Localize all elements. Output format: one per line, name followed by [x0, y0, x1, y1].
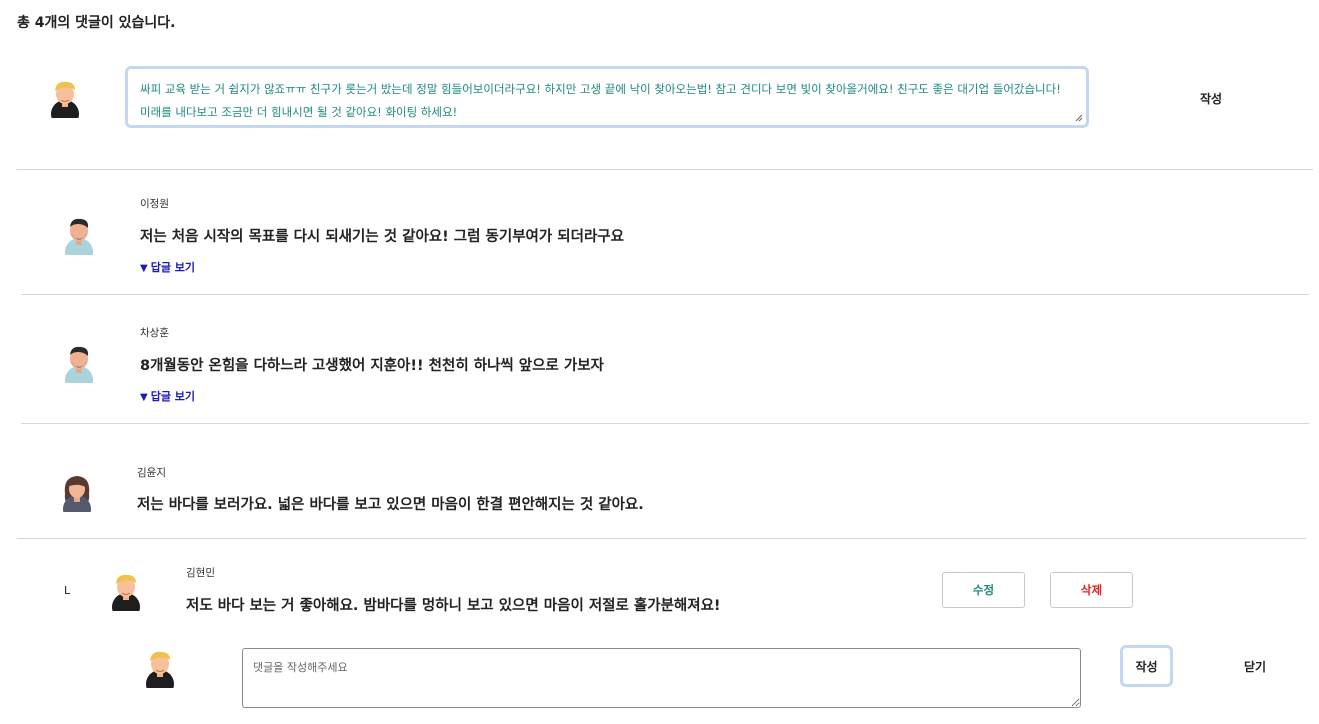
- comment-author: 김윤지: [137, 467, 166, 479]
- reply-input[interactable]: [242, 648, 1081, 708]
- comment-text: 8개월동안 온힘을 다하느라 고생했어 지훈아!! 천천히 하나씩 앞으로 가보…: [140, 358, 604, 374]
- reply-text: 저도 바다 보는 거 좋아해요. 밤바다를 멍하니 보고 있으면 마음이 저절로…: [186, 598, 721, 614]
- view-replies-label: 답글 보기: [150, 261, 196, 274]
- comment-author: 차상훈: [140, 327, 169, 339]
- triangle-down-icon: ▼: [140, 263, 148, 274]
- comment-text: 저는 처음 시작의 목표를 다시 되새기는 것 같아요! 그럼 동기부여가 되더…: [140, 229, 624, 245]
- female-user-avatar-icon: [63, 476, 91, 512]
- delete-reply-button[interactable]: 삭제: [1050, 572, 1133, 608]
- resize-handle-icon[interactable]: [1075, 114, 1083, 122]
- comment-composer[interactable]: 싸피 교육 받는 거 쉽지가 않죠ㅠㅠ 친구가 롯는거 밨는데 정말 힘들어보이…: [125, 66, 1089, 128]
- submit-reply-button[interactable]: 작성: [1120, 645, 1173, 687]
- view-replies-toggle[interactable]: ▼ 답글 보기: [140, 388, 195, 404]
- reply-author: 김현민: [186, 567, 215, 579]
- divider: [21, 423, 1309, 424]
- comment-text: 저는 바다를 보러가요. 넓은 바다를 보고 있으면 마음이 한결 편안해지는 …: [137, 497, 644, 513]
- divider: [21, 294, 1309, 295]
- divider: [17, 538, 1306, 539]
- bearded-user-avatar-icon: [65, 346, 93, 383]
- view-replies-label: 답글 보기: [150, 390, 196, 403]
- blond-user-avatar-icon: [51, 81, 79, 118]
- reply-marker: L: [64, 584, 71, 597]
- divider: [17, 169, 1313, 170]
- close-reply-button[interactable]: 닫기: [1244, 658, 1266, 675]
- edit-reply-button[interactable]: 수정: [942, 572, 1025, 608]
- blond-user-avatar-icon: [146, 651, 174, 688]
- view-replies-toggle[interactable]: ▼ 답글 보기: [140, 259, 195, 275]
- submit-comment-button[interactable]: 작성: [1200, 90, 1222, 107]
- comment-author: 이정원: [140, 198, 169, 210]
- bearded-user-avatar-icon: [65, 218, 93, 255]
- comment-composer-text[interactable]: 싸피 교육 받는 거 쉽지가 않죠ㅠㅠ 친구가 롯는거 밨는데 정말 힘들어보이…: [140, 78, 1068, 124]
- total-comments-count: 총 4개의 댓글이 있습니다.: [17, 15, 176, 31]
- blond-user-avatar-icon: [112, 574, 140, 611]
- triangle-down-icon: ▼: [140, 392, 148, 403]
